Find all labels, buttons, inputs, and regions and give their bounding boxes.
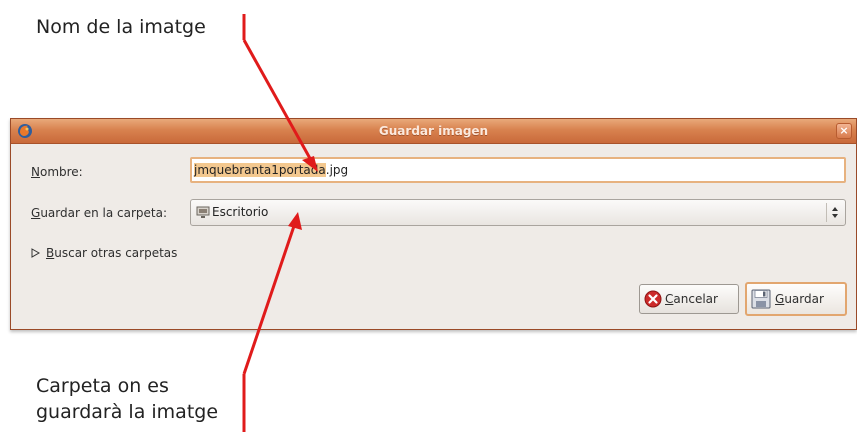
save-label-text: uardar: [784, 292, 824, 306]
cancel-label-text: ancelar: [673, 292, 718, 306]
save-image-dialog: Guardar imagen × Nombre: jmquebranta1por…: [10, 118, 857, 330]
cancel-button[interactable]: Cancelar: [639, 284, 739, 314]
browse-folders-expander[interactable]: Buscar otras carpetas: [31, 246, 177, 260]
combo-separator: [826, 203, 827, 222]
file-name-selected-text: jmquebranta1portada: [194, 163, 326, 177]
save-icon: [751, 289, 771, 309]
folder-label-text: uardar en la carpeta:: [40, 206, 168, 220]
dialog-title: Guardar imagen: [378, 124, 489, 138]
annotation-save-folder: Carpeta on es guardarà la imatge: [36, 375, 219, 423]
dialog-content: Nombre: jmquebranta1portada.jpg Guardar …: [11, 144, 856, 329]
annotation-image-name: Nom de la imatge: [36, 16, 206, 38]
folder-label-mnemonic: G: [31, 206, 41, 220]
cancel-label: Cancelar: [665, 292, 718, 306]
close-icon[interactable]: ×: [836, 123, 852, 139]
name-label-text: ombre:: [39, 165, 83, 179]
expander-label: uscar otras carpetas: [54, 246, 178, 260]
cancel-icon: [644, 290, 662, 308]
name-label-mnemonic: N: [31, 165, 40, 179]
save-label: Guardar: [775, 292, 824, 306]
combo-arrows-icon: [832, 207, 838, 218]
name-label: Nombre:: [31, 165, 83, 179]
save-folder-value: Escritorio: [212, 205, 269, 219]
expander-mnemonic: B: [46, 246, 55, 260]
desktop-folder-icon: [196, 206, 210, 218]
folder-label: Guardar en la carpeta:: [31, 206, 167, 220]
file-name-extension: .jpg: [325, 163, 349, 177]
dialog-titlebar: Guardar imagen ×: [11, 119, 856, 144]
expander-triangle-icon: [31, 248, 40, 258]
file-name-input[interactable]: jmquebranta1portada.jpg: [190, 157, 846, 183]
save-button[interactable]: Guardar: [745, 282, 847, 316]
save-mnemonic: G: [775, 292, 785, 306]
save-folder-combo[interactable]: Escritorio: [190, 199, 846, 226]
